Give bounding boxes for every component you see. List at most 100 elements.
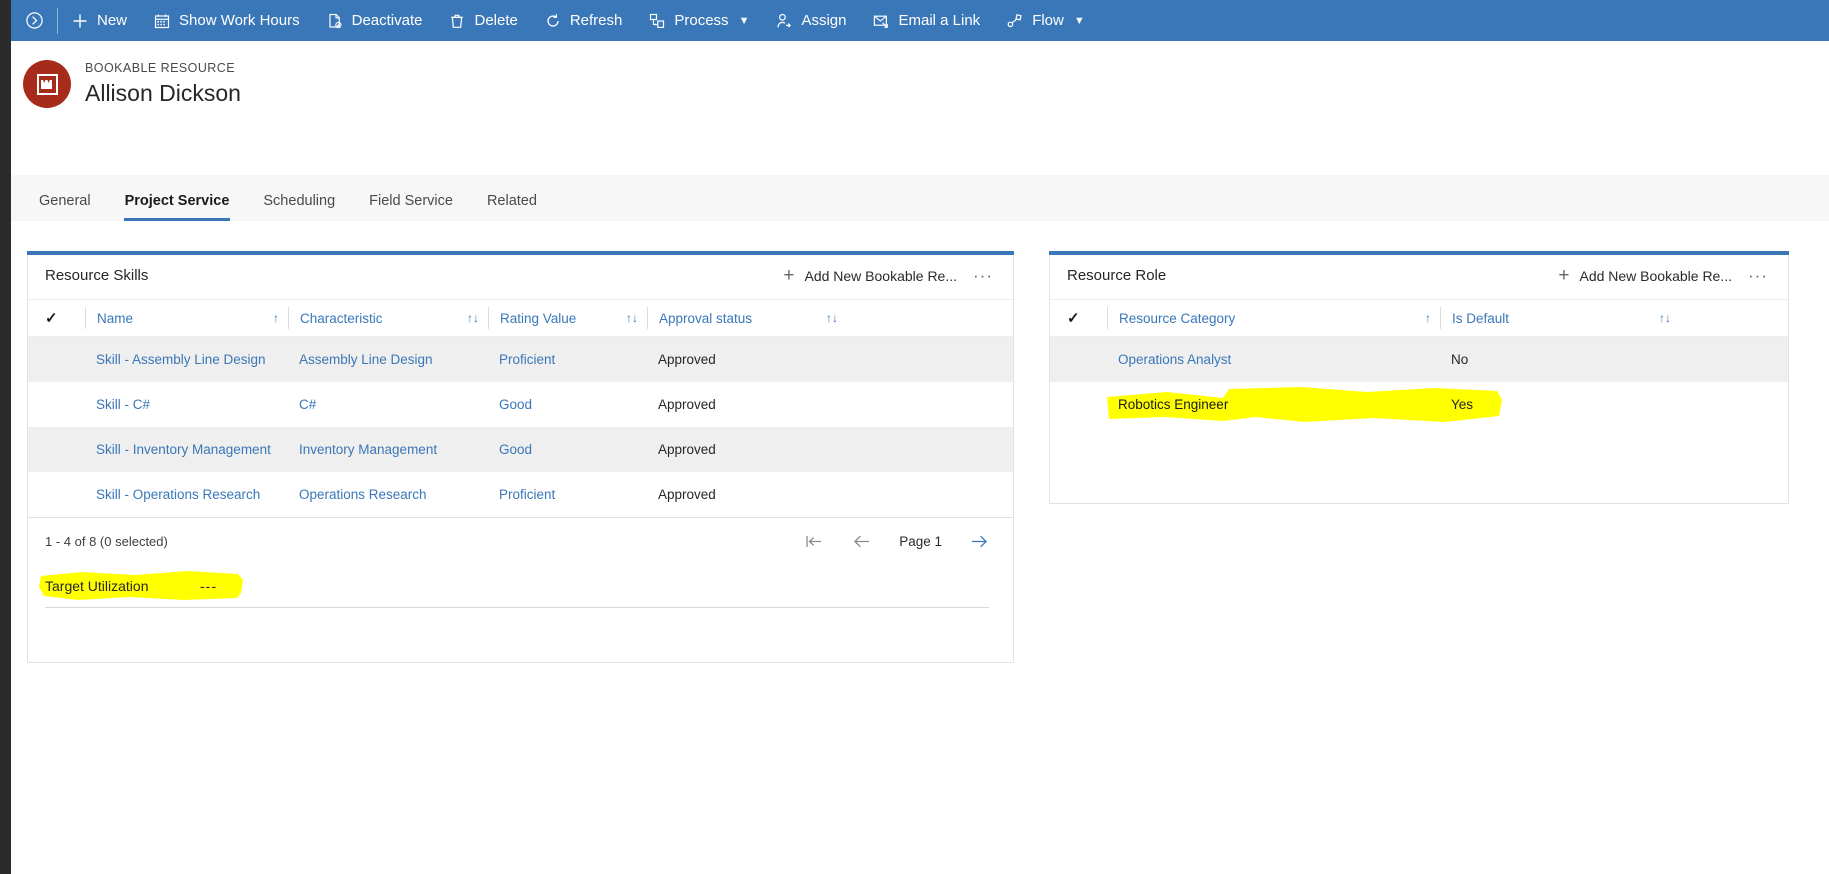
next-page-button[interactable] xyxy=(970,534,989,549)
cell-rating-value[interactable]: Good xyxy=(488,427,647,472)
cell-name[interactable]: Skill - Operations Research xyxy=(85,472,288,517)
sort-ascending-icon[interactable]: ↑ xyxy=(1425,311,1440,325)
column-header-is-default[interactable]: Is Default ↑↓ xyxy=(1440,307,1680,329)
delete-label: Delete xyxy=(474,12,518,29)
avatar xyxy=(23,60,71,108)
sort-toggle-icon[interactable]: ↑↓ xyxy=(1659,311,1680,325)
page-number-label: Page 1 xyxy=(899,533,942,549)
cell-approval-status: Approved xyxy=(658,487,716,502)
assign-person-icon xyxy=(775,12,793,30)
cell-approval-status: Approved xyxy=(658,442,716,457)
tab-project-service[interactable]: Project Service xyxy=(108,193,247,221)
sort-ascending-icon[interactable]: ↑ xyxy=(273,311,288,325)
resource-role-title: Resource Role xyxy=(1067,267,1167,284)
assign-button[interactable]: Assign xyxy=(762,0,859,41)
row-checkbox[interactable] xyxy=(45,427,85,472)
cell-name[interactable]: Skill - Assembly Line Design xyxy=(85,337,288,382)
add-new-bookable-resource-category-button[interactable]: + Add New Bookable Re... xyxy=(1558,266,1732,285)
table-row[interactable]: Skill - Assembly Line Design Assembly Li… xyxy=(28,337,1013,382)
cell-resource-category[interactable]: Operations Analyst xyxy=(1107,337,1440,382)
email-a-link-button[interactable]: Email a Link xyxy=(859,0,993,41)
sort-toggle-icon[interactable]: ↑↓ xyxy=(626,311,647,325)
cell-characteristic[interactable]: Assembly Line Design xyxy=(288,337,488,382)
new-button-label: New xyxy=(97,12,128,29)
cell-name[interactable]: Skill - Inventory Management xyxy=(85,427,288,472)
column-header-rating-value[interactable]: Rating Value ↑↓ xyxy=(488,307,647,329)
pagination: Page 1 xyxy=(805,534,989,549)
deactivate-label: Deactivate xyxy=(351,12,423,29)
refresh-icon xyxy=(544,12,562,30)
resource-skills-more-commands-button[interactable]: ··· xyxy=(969,266,997,286)
row-checkbox[interactable] xyxy=(1067,382,1107,427)
flow-button[interactable]: Flow ▼ xyxy=(993,0,1098,41)
resource-skills-panel: Resource Skills + Add New Bookable Re...… xyxy=(27,251,1014,663)
resource-skills-grid-header: ✓ Name ↑ Characteristic ↑↓ Rating Value … xyxy=(28,299,1013,337)
first-page-button[interactable] xyxy=(805,534,824,549)
resource-skills-header: Resource Skills + Add New Bookable Re...… xyxy=(28,252,1013,299)
refresh-button[interactable]: Refresh xyxy=(531,0,636,41)
cell-characteristic[interactable]: C# xyxy=(288,382,488,427)
column-header-name[interactable]: Name ↑ xyxy=(85,307,288,329)
row-checkbox[interactable] xyxy=(45,337,85,382)
row-checkbox[interactable] xyxy=(45,382,85,427)
tab-scheduling[interactable]: Scheduling xyxy=(246,193,352,221)
table-row[interactable]: Skill - Inventory Management Inventory M… xyxy=(28,427,1013,472)
select-all-checkbox[interactable]: ✓ xyxy=(45,307,85,329)
page-title: Allison Dickson xyxy=(85,80,241,106)
row-checkbox[interactable] xyxy=(45,472,85,517)
target-utilization-value[interactable]: --- xyxy=(200,578,217,594)
assign-label: Assign xyxy=(801,12,847,29)
select-all-checkbox[interactable]: ✓ xyxy=(1067,307,1107,329)
record-count-label: 1 - 4 of 8 (0 selected) xyxy=(45,533,168,549)
resource-role-grid: ✓ Resource Category ↑ Is Default ↑↓ Oper… xyxy=(1050,299,1788,427)
resource-skills-grid: ✓ Name ↑ Characteristic ↑↓ Rating Value … xyxy=(28,299,1013,608)
row-checkbox[interactable] xyxy=(1067,337,1107,382)
flow-label: Flow xyxy=(1032,12,1064,29)
add-new-bookable-resource-skill-button[interactable]: + Add New Bookable Re... xyxy=(783,266,957,285)
left-nav-rail xyxy=(0,0,11,874)
resource-skills-title: Resource Skills xyxy=(45,267,149,284)
tab-related[interactable]: Related xyxy=(470,193,554,221)
column-header-characteristic-label: Characteristic xyxy=(300,310,383,326)
delete-button[interactable]: Delete xyxy=(435,0,530,41)
process-icon xyxy=(648,12,666,30)
column-header-approval-status-label: Approval status xyxy=(659,310,753,326)
command-bar: New Show Work Hours Deactivate Delete Re xyxy=(11,0,1829,41)
table-row[interactable]: Robotics Engineer Yes xyxy=(1050,382,1788,427)
process-button[interactable]: Process ▼ xyxy=(635,0,762,41)
previous-page-button[interactable] xyxy=(852,534,871,549)
cell-is-default: Yes xyxy=(1451,397,1474,412)
cell-rating-value[interactable]: Proficient xyxy=(488,337,647,382)
deactivate-button[interactable]: Deactivate xyxy=(313,0,436,41)
resource-role-grid-header: ✓ Resource Category ↑ Is Default ↑↓ xyxy=(1050,299,1788,337)
table-row[interactable]: Operations Analyst No xyxy=(1050,337,1788,382)
table-row[interactable]: Skill - C# C# Good Approved xyxy=(28,382,1013,427)
sort-toggle-icon[interactable]: ↑↓ xyxy=(467,311,488,325)
resource-skills-grid-footer: 1 - 4 of 8 (0 selected) Page 1 xyxy=(28,517,1013,564)
column-header-characteristic[interactable]: Characteristic ↑↓ xyxy=(288,307,488,329)
new-button[interactable]: New xyxy=(58,0,140,41)
tab-field-service[interactable]: Field Service xyxy=(352,193,470,221)
table-row[interactable]: Skill - Operations Research Operations R… xyxy=(28,472,1013,517)
calendar-icon xyxy=(153,12,171,30)
cell-approval-status: Approved xyxy=(658,352,716,367)
overflow-expand-button[interactable] xyxy=(11,0,57,41)
cell-rating-value[interactable]: Proficient xyxy=(488,472,647,517)
cell-characteristic[interactable]: Inventory Management xyxy=(288,427,488,472)
show-work-hours-label: Show Work Hours xyxy=(179,12,300,29)
cell-name[interactable]: Skill - C# xyxy=(85,382,288,427)
show-work-hours-button[interactable]: Show Work Hours xyxy=(140,0,313,41)
column-header-resource-category[interactable]: Resource Category ↑ xyxy=(1107,307,1440,329)
target-utilization-field[interactable]: Target Utilization --- xyxy=(28,564,1013,608)
sort-toggle-icon[interactable]: ↑↓ xyxy=(826,311,847,325)
column-header-approval-status[interactable]: Approval status ↑↓ xyxy=(647,307,847,329)
cell-resource-category[interactable]: Robotics Engineer xyxy=(1107,382,1440,427)
cell-rating-value[interactable]: Good xyxy=(488,382,647,427)
record-header-text: BOOKABLE RESOURCE Allison Dickson xyxy=(85,61,241,107)
column-header-rating-value-label: Rating Value xyxy=(500,310,577,326)
process-label: Process xyxy=(674,12,729,29)
add-button-label: Add New Bookable Re... xyxy=(1579,267,1733,284)
cell-characteristic[interactable]: Operations Research xyxy=(288,472,488,517)
resource-role-more-commands-button[interactable]: ··· xyxy=(1744,266,1772,286)
tab-general[interactable]: General xyxy=(22,193,108,221)
